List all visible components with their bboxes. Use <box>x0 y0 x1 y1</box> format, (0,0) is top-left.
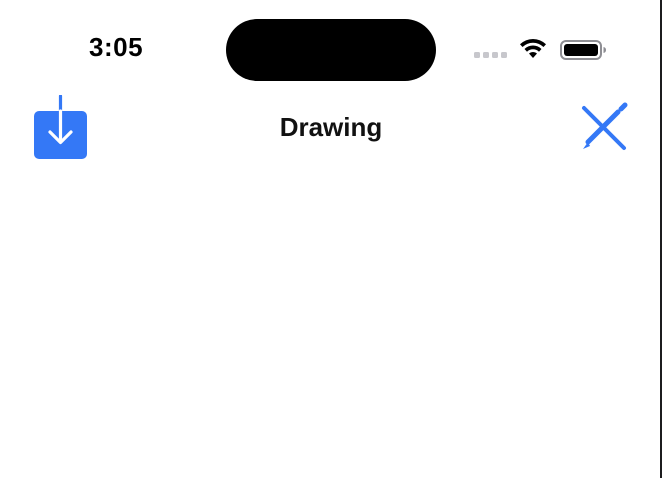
drawing-canvas[interactable] <box>0 170 660 478</box>
status-time: 3:05 <box>89 32 144 62</box>
app-screen: 3:05 Drawing <box>0 0 662 478</box>
drawing-tools-button[interactable] <box>578 102 628 152</box>
page-title: Drawing <box>279 112 383 142</box>
pencil-ruler-tools-icon <box>582 102 628 150</box>
wifi-icon <box>520 38 546 58</box>
status-indicators <box>474 36 614 62</box>
cellular-signal-icon <box>474 52 507 58</box>
battery-icon <box>560 40 606 60</box>
dynamic-island <box>226 19 436 81</box>
